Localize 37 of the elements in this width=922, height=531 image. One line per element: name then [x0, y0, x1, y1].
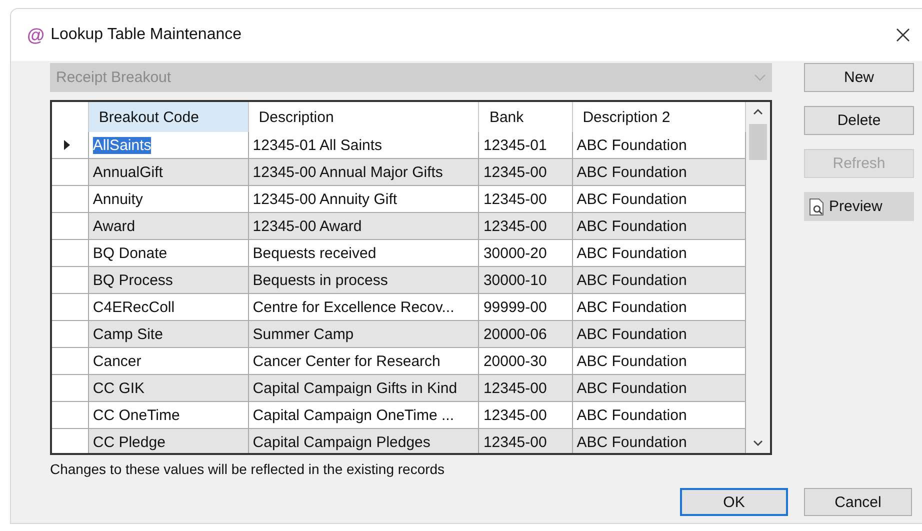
table-cell: Award [88, 212, 248, 240]
table-cell: AnnualGift [88, 158, 248, 186]
table-cell: ABC Foundation [572, 320, 746, 348]
table-cell: 30000-10 [478, 266, 572, 294]
table-cell: ABC Foundation [572, 266, 746, 294]
table-cell: Summer Camp [248, 320, 479, 348]
table-cell: CC Pledge [88, 428, 248, 453]
table-cell: 12345-00 [478, 428, 572, 453]
table-cell: CC GIK [88, 374, 248, 402]
table-cell: 12345-00 [478, 374, 572, 402]
column-header[interactable]: Breakout Code [88, 102, 248, 132]
table-cell: 12345-00 [478, 158, 572, 186]
at-sign-icon: @ [27, 26, 45, 44]
table-cell: ABC Foundation [572, 428, 746, 453]
dialog-button[interactable]: OK [680, 488, 788, 516]
info-note: Changes to these values will be reflected in the existing records [50, 461, 446, 477]
column-header[interactable]: Description 2 [572, 102, 746, 132]
table-cell: BQ Process [88, 266, 248, 294]
table-cell: ABC Foundation [572, 212, 746, 240]
dialog-button[interactable]: Cancel [804, 488, 912, 516]
table-cell: 12345-00 [478, 212, 572, 240]
table-cell: 12345-00 Award [248, 212, 479, 240]
action-button[interactable]: Delete [804, 106, 914, 135]
table-cell: Camp Site [88, 320, 248, 348]
table-cell: Capital Campaign Pledges [248, 428, 479, 453]
column-header[interactable]: Bank [478, 102, 572, 132]
table-cell: 20000-06 [478, 320, 572, 348]
table-cell: AllSaints [88, 132, 248, 158]
table-cell: ABC Foundation [572, 374, 746, 402]
window-title: Lookup Table Maintenance [50, 26, 242, 44]
table-cell: ABC Foundation [572, 158, 746, 186]
preview-button[interactable]: Preview [804, 192, 914, 221]
action-button[interactable]: New [804, 63, 914, 92]
table-cell: Capital Campaign Gifts in Kind [248, 374, 479, 402]
table-cell: 12345-00 Annual Major Gifts [248, 158, 479, 186]
table-cell: Bequests in process [248, 266, 479, 294]
column-header[interactable]: Description [248, 102, 479, 132]
